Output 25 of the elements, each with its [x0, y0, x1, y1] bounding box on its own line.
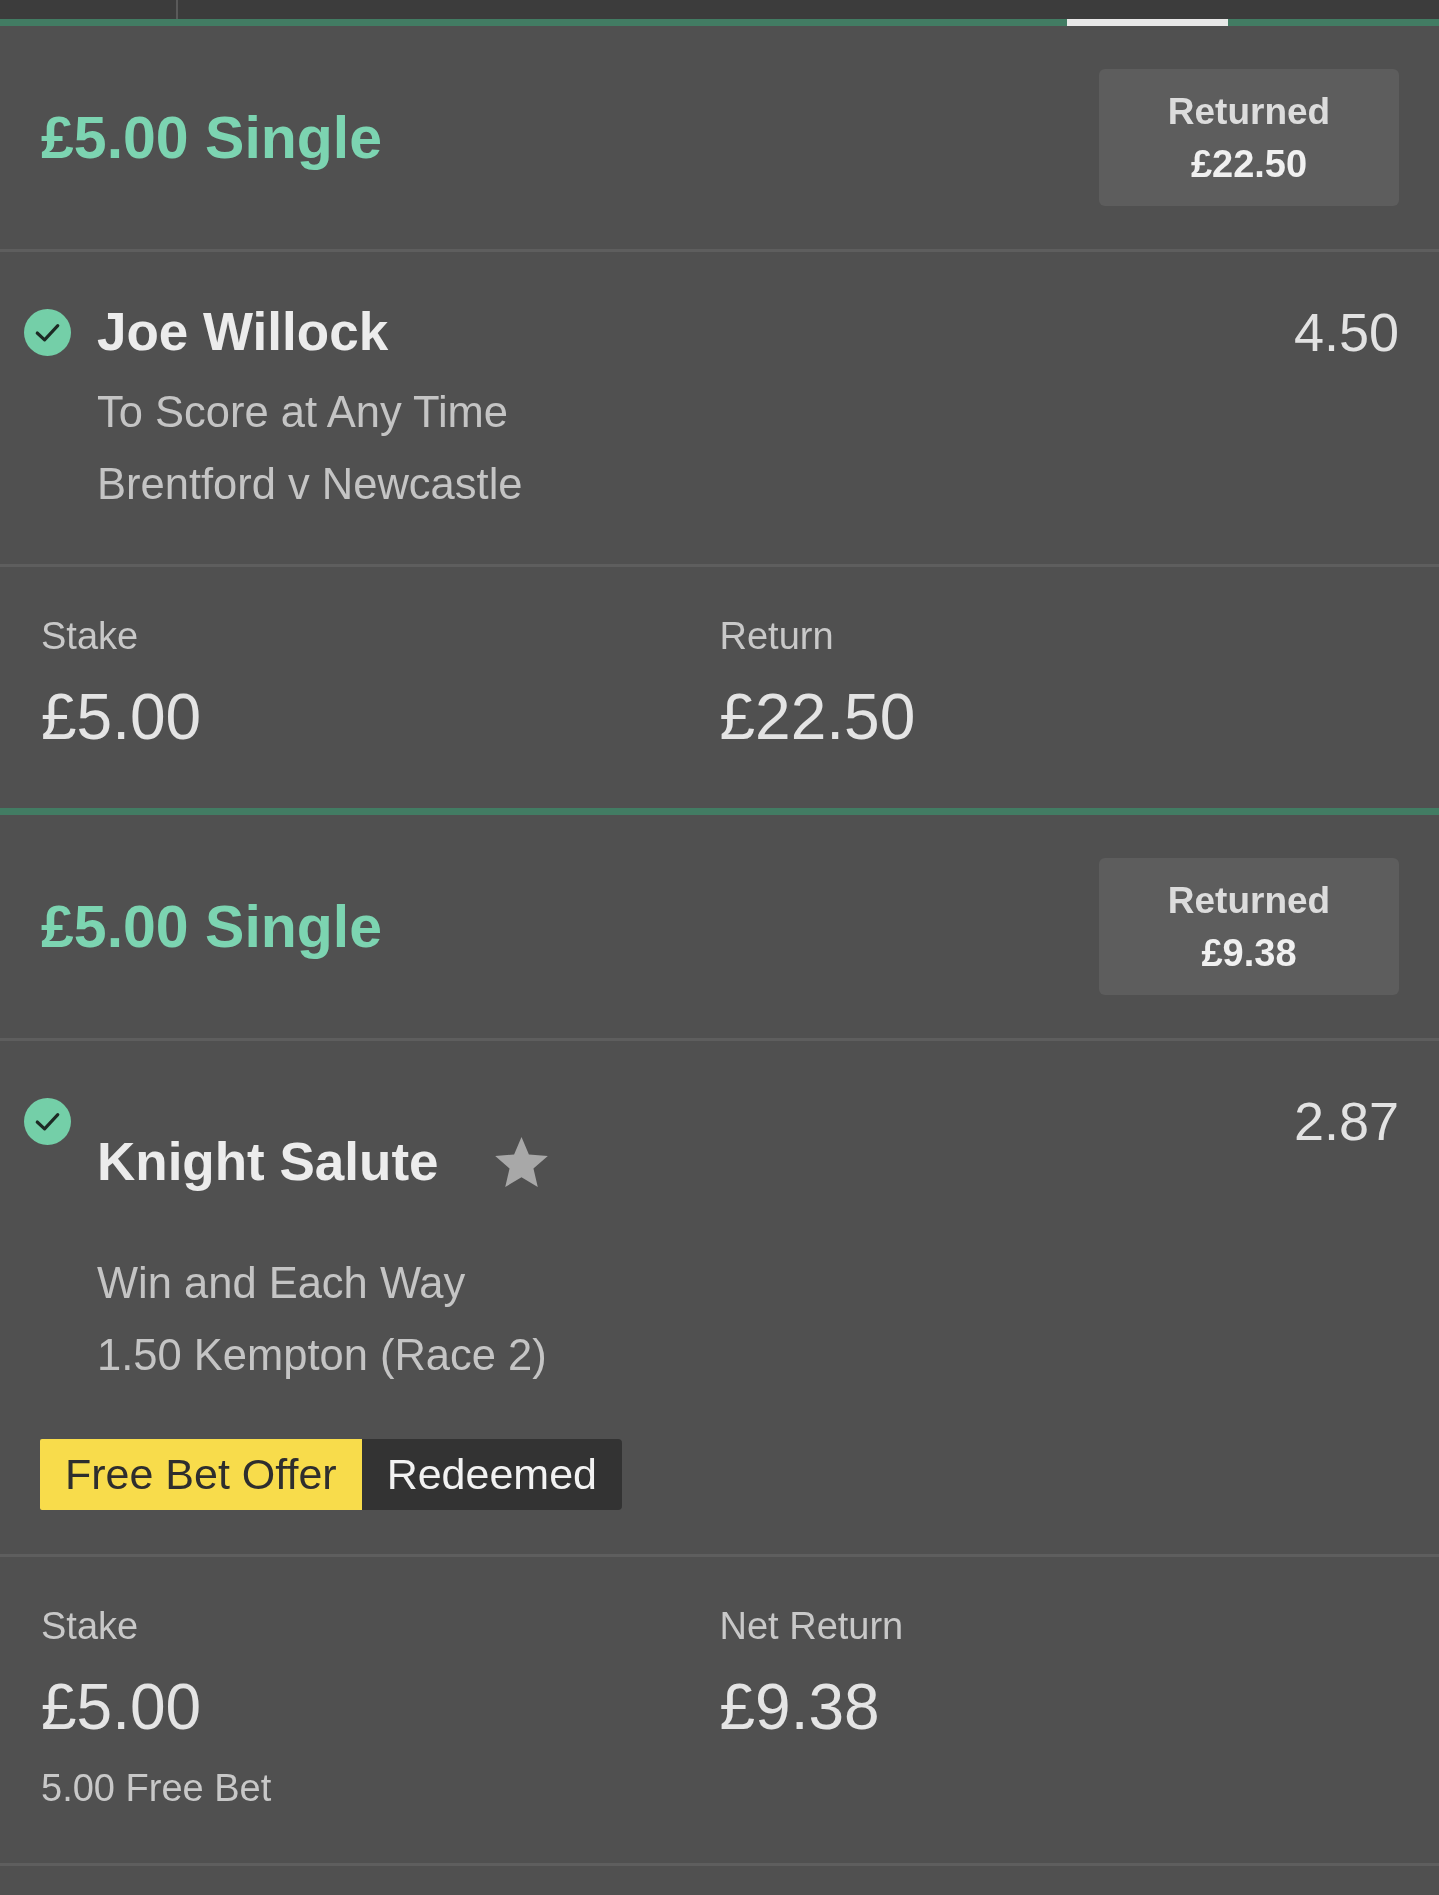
returned-label: Returned — [1167, 878, 1331, 923]
return-label: Return — [719, 614, 834, 659]
event-name: Brentford v Newcastle — [97, 459, 523, 510]
stake-amount: £5.00 — [41, 1670, 202, 1745]
market-name: Win and Each Way — [97, 1258, 466, 1309]
stake-note: 5.00 Free Bet — [41, 1766, 272, 1811]
return-amount: £22.50 — [719, 680, 916, 755]
selection-name: Knight Salute — [97, 1132, 439, 1192]
return-label: Net Return — [719, 1604, 904, 1649]
event-name: 1.50 Kempton (Race 2) — [97, 1330, 547, 1381]
stake-amount: £5.00 — [41, 680, 202, 755]
odds-value: 2.87 — [1293, 1091, 1399, 1151]
stake-label: Stake — [41, 614, 139, 659]
offer-tag: Free Bet Offer — [40, 1439, 362, 1510]
status-tag: Redeemed — [361, 1439, 623, 1510]
returned-amount: £22.50 — [1190, 141, 1308, 187]
returned-amount: £9.38 — [1201, 930, 1297, 976]
odds-value: 4.50 — [1293, 302, 1399, 362]
return-amount: £9.38 — [719, 1670, 880, 1745]
bet-title: £5.00 Single — [41, 892, 383, 961]
selection-name: Joe Willock — [97, 302, 389, 362]
bet-title: £5.00 Single — [41, 103, 383, 172]
stake-label: Stake — [41, 1604, 139, 1649]
market-name: To Score at Any Time — [97, 387, 509, 438]
returned-label: Returned — [1167, 89, 1331, 134]
